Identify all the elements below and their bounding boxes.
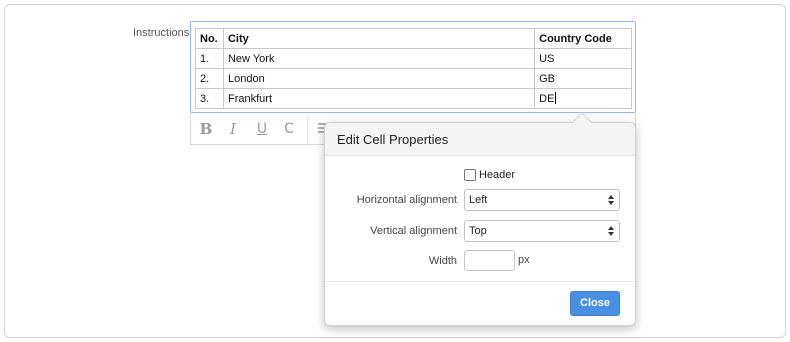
cell-properties-dialog: Edit Cell Properties Header Horizontal a… <box>324 112 636 326</box>
table-cell[interactable]: GB <box>534 68 632 89</box>
horizontal-alignment-label: Horizontal alignment <box>356 194 457 206</box>
dialog-title: Edit Cell Properties <box>337 132 449 147</box>
form-container: Instructions No. City Country Code 1. Ne… <box>4 4 786 338</box>
vertical-alignment-select[interactable]: Top <box>464 220 620 242</box>
table-row: 1. New York US <box>195 48 632 69</box>
dialog-header: Edit Cell Properties <box>325 123 635 156</box>
width-unit: px <box>518 254 530 266</box>
table-row: 3. Frankfurt DE <box>195 88 632 109</box>
data-table[interactable]: No. City Country Code 1. New York US 2. … <box>195 28 632 109</box>
vertical-alignment-value: Top <box>469 225 487 237</box>
table-cell-active[interactable]: DE <box>534 88 632 109</box>
header-checkbox-label[interactable]: Header <box>479 169 515 181</box>
instructions-label: Instructions <box>133 27 190 39</box>
dialog-divider <box>325 281 635 282</box>
table-cell[interactable]: Frankfurt <box>222 88 536 109</box>
close-button[interactable]: Close <box>570 291 620 316</box>
active-cell-text: DE <box>539 93 555 105</box>
header-cell-no[interactable]: No. <box>195 28 224 49</box>
header-checkbox[interactable] <box>464 169 476 181</box>
text-caret <box>555 92 557 104</box>
width-label: Width <box>428 255 457 267</box>
rich-text-editor[interactable]: No. City Country Code 1. New York US 2. … <box>190 21 636 113</box>
table-cell[interactable]: US <box>534 48 632 69</box>
table-header-row: No. City Country Code <box>195 28 632 49</box>
italic-icon[interactable]: I <box>224 120 242 138</box>
header-cell-country-code[interactable]: Country Code <box>534 28 632 49</box>
table-cell[interactable]: New York <box>222 48 536 69</box>
horizontal-alignment-select[interactable]: Left <box>464 189 620 211</box>
table-cell[interactable]: 3. <box>195 88 224 109</box>
strikethrough-icon[interactable]: C <box>280 120 298 138</box>
table-row: 2. London GB <box>195 68 632 89</box>
table-cell[interactable]: 2. <box>195 68 224 89</box>
bold-icon[interactable]: B <box>197 120 215 138</box>
vertical-alignment-label: Vertical alignment <box>370 225 457 237</box>
underline-icon[interactable]: U <box>253 120 271 138</box>
select-arrows-icon <box>608 195 615 205</box>
width-input[interactable] <box>464 250 515 271</box>
table-cell[interactable]: 1. <box>195 48 224 69</box>
toolbar-divider <box>307 115 308 143</box>
header-cell-city[interactable]: City <box>222 28 536 49</box>
horizontal-alignment-value: Left <box>469 194 488 206</box>
select-arrows-icon <box>608 226 615 236</box>
table-cell[interactable]: London <box>222 68 536 89</box>
